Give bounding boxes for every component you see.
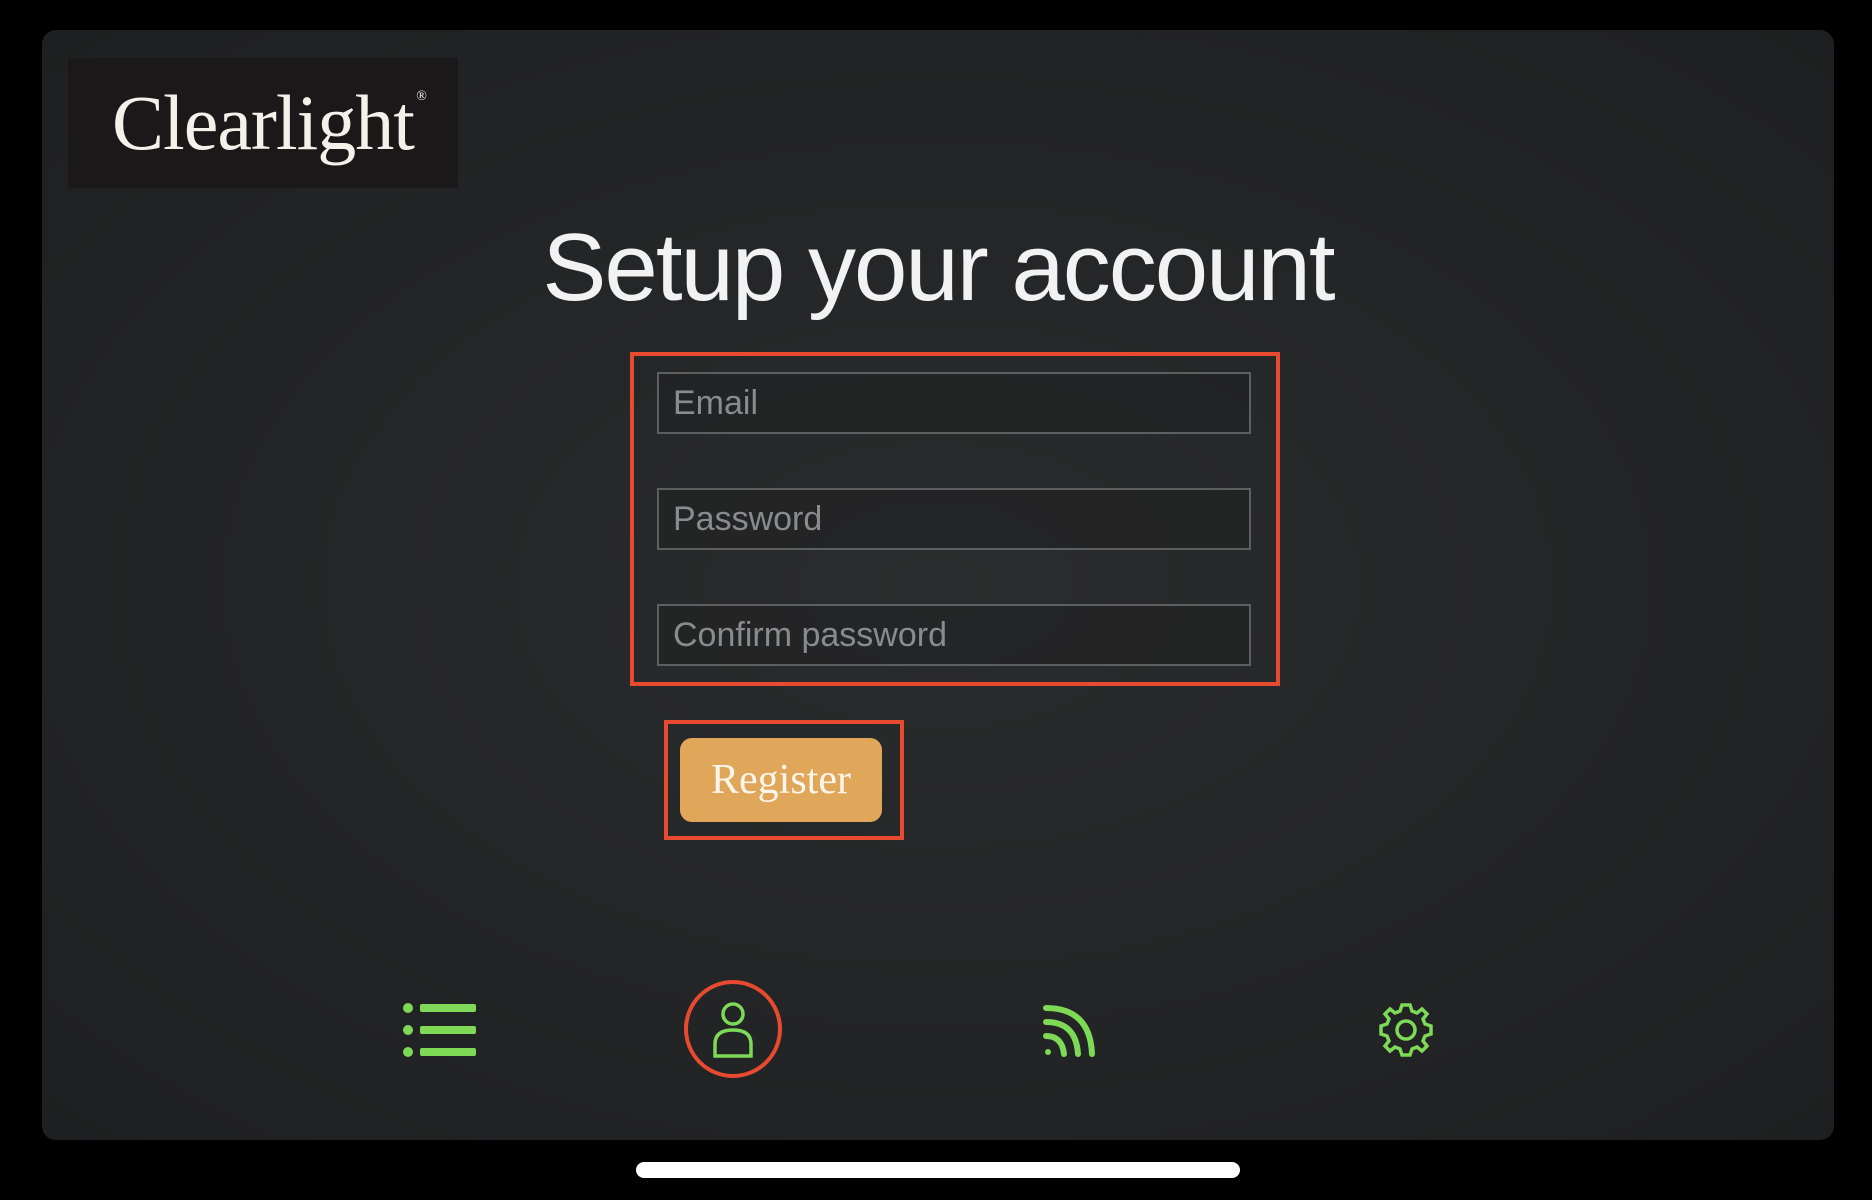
confirm-password-field[interactable]	[657, 604, 1251, 666]
nav-item-account[interactable]	[678, 970, 798, 1090]
home-indicator[interactable]	[636, 1162, 1240, 1178]
password-field[interactable]	[657, 488, 1251, 550]
page-title: Setup your account	[542, 214, 1335, 321]
register-button[interactable]: Register	[680, 738, 882, 822]
brand-logo: Clearlight ®	[68, 58, 458, 188]
list-icon	[403, 1003, 476, 1057]
user-icon	[713, 1002, 753, 1058]
nav-item-wifi[interactable]	[1010, 970, 1130, 1090]
wifi-icon	[1043, 1005, 1095, 1057]
nav-item-settings[interactable]	[1346, 970, 1466, 1090]
gear-icon	[1379, 1003, 1433, 1057]
device-frame: Clearlight® Setup your account Register	[0, 0, 1872, 1200]
registered-mark: ®	[416, 89, 427, 104]
email-field[interactable]	[657, 372, 1251, 434]
bottom-nav	[42, 970, 1834, 1090]
brand-name: Clearlight ®	[112, 79, 427, 166]
nav-item-list[interactable]	[380, 970, 500, 1090]
app-screen: Clearlight® Setup your account Register	[42, 30, 1834, 1140]
